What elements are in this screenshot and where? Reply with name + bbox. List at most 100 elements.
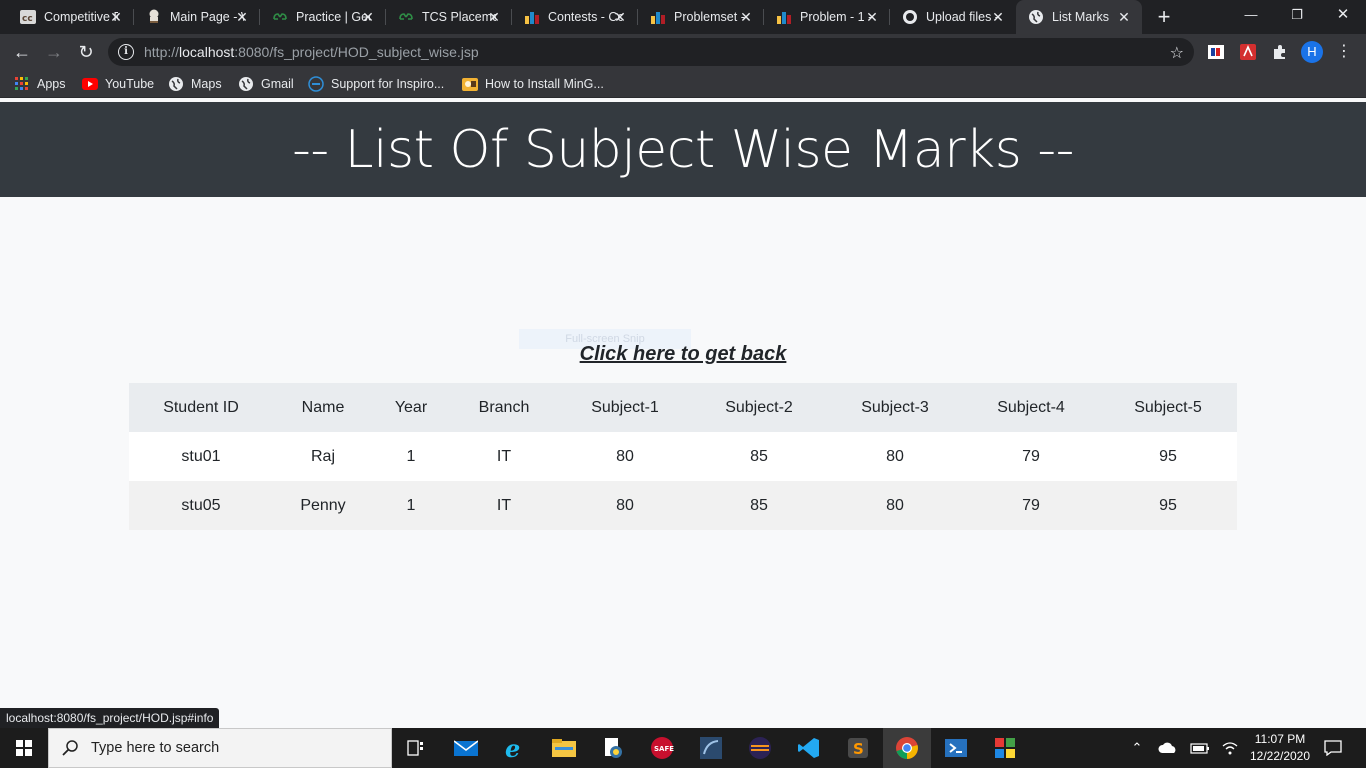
close-icon[interactable]: ✕ [234, 9, 250, 25]
back-link[interactable]: Click here to get back [580, 343, 787, 365]
close-icon[interactable]: ✕ [990, 9, 1006, 25]
column-header: Subject-1 [591, 398, 659, 416]
column-header: Subject-4 [997, 398, 1065, 416]
onedrive-icon[interactable] [1156, 728, 1180, 768]
back-arrow-icon[interactable]: ← [8, 38, 36, 66]
tab-title: Problemset - Codeforces [674, 10, 748, 24]
task-view-icon[interactable] [392, 728, 440, 768]
taskbar-search-input[interactable]: Type here to search [48, 728, 392, 768]
tab-title: List Marks [1052, 10, 1109, 24]
bookmark-maps[interactable]: Maps [168, 70, 222, 98]
tab-1[interactable]: Main Page - Wikipedia ✕ [134, 0, 260, 34]
globe-icon [238, 76, 254, 92]
internet-explorer-icon[interactable]: e [491, 728, 539, 768]
close-icon[interactable]: ✕ [486, 9, 502, 25]
new-tab-button[interactable]: + [1152, 5, 1176, 29]
table-cell: Penny [300, 496, 346, 514]
reload-icon[interactable]: ↻ [72, 38, 100, 66]
close-icon[interactable]: ✕ [738, 9, 754, 25]
marks-table: Student ID Name Year Branch Subject-1 Su… [129, 383, 1237, 530]
table-cell: stu05 [181, 496, 221, 514]
chrome-icon[interactable] [883, 728, 931, 768]
forward-arrow-icon[interactable]: → [40, 38, 68, 66]
star-icon[interactable]: ☆ [1170, 43, 1184, 63]
bar-chart-icon [524, 9, 540, 25]
browser-toolbar: ← → ↻ i http://localhost:8080/fs_project… [0, 34, 1366, 70]
back-link-container: Click here to get back [0, 343, 1366, 366]
table-cell: IT [496, 447, 512, 465]
table-cell: 1 [406, 496, 416, 514]
translate-extension-icon[interactable] [1206, 42, 1226, 62]
bookmark-youtube[interactable]: YouTube [82, 70, 154, 98]
tab-title: Practice | GeeksforGeeks [296, 10, 370, 24]
restore-button[interactable]: ❐ [1274, 0, 1320, 30]
puzzle-extensions-icon[interactable] [1270, 42, 1290, 62]
address-bar[interactable]: i http://localhost:8080/fs_project/HOD_s… [108, 38, 1194, 66]
mcafee-icon[interactable]: SAFE [638, 728, 686, 768]
sublime-text-icon[interactable]: S [834, 728, 882, 768]
info-icon[interactable]: i [118, 44, 134, 60]
browser-tab-strip: cc Competitive Programming ✕ Main Page -… [0, 0, 1366, 34]
mail-icon[interactable] [442, 728, 490, 768]
web-page: -- List Of Subject Wise Marks -- Full-sc… [0, 102, 1366, 728]
bookmark-gmail[interactable]: Gmail [238, 70, 294, 98]
bar-chart-icon [650, 9, 666, 25]
tab-3[interactable]: TCS Placement Papers ✕ [386, 0, 512, 34]
tab-5[interactable]: Problemset - Codeforces ✕ [638, 0, 764, 34]
table-cell: 1 [406, 447, 416, 465]
globe-icon [1028, 9, 1044, 25]
column-header: Subject-3 [861, 398, 929, 416]
close-icon[interactable]: ✕ [864, 9, 880, 25]
close-icon[interactable]: ✕ [612, 9, 628, 25]
minimize-button[interactable]: — [1228, 0, 1274, 30]
codeblocks-icon[interactable] [981, 728, 1029, 768]
table-cell: 80 [616, 496, 634, 514]
column-header: Student ID [163, 398, 239, 416]
url-text[interactable]: http://localhost:8080/fs_project/HOD_sub… [144, 44, 479, 60]
notification-icon[interactable] [1320, 728, 1346, 768]
profile-avatar[interactable]: H [1301, 41, 1323, 63]
bookmark-image-icon [462, 76, 478, 92]
taskbar-clock[interactable]: 11:07 PM 12/22/2020 [1240, 731, 1320, 765]
github-icon [902, 9, 918, 25]
python-idle-icon[interactable] [589, 728, 637, 768]
link-status-bubble: localhost:8080/fs_project/HOD.jsp#info [0, 708, 220, 728]
tab-2[interactable]: Practice | GeeksforGeeks ✕ [260, 0, 386, 34]
page-title: -- List Of Subject Wise Marks -- [292, 119, 1074, 180]
tab-active[interactable]: List Marks ✕ [1016, 0, 1142, 34]
table-row: stu05 Penny 1 IT 80 85 80 79 95 [129, 481, 1237, 530]
table-cell: Raj [310, 447, 335, 465]
chevron-up-icon[interactable]: ⌃ [1126, 728, 1148, 768]
column-header: Subject-5 [1134, 398, 1202, 416]
bookmark-apps[interactable]: Apps [14, 70, 66, 98]
bookmark-mingw[interactable]: How to Install MinG... [462, 70, 604, 98]
tab-title: Upload files - GitHub [926, 10, 1000, 24]
table-cell: 85 [750, 496, 768, 514]
vscode-icon[interactable] [785, 728, 833, 768]
windows-start-icon[interactable] [0, 728, 48, 768]
tab-0[interactable]: cc Competitive Programming ✕ [8, 0, 134, 34]
bookmark-label: Apps [37, 77, 66, 91]
pdf-icon[interactable] [1238, 42, 1258, 62]
close-window-button[interactable]: ✕ [1320, 0, 1366, 30]
svg-text:e: e [505, 736, 520, 760]
eclipse-icon[interactable] [736, 728, 784, 768]
powershell-icon[interactable] [932, 728, 980, 768]
wifi-icon[interactable] [1218, 728, 1242, 768]
close-icon[interactable]: ✕ [360, 9, 376, 25]
menu-kebab-icon[interactable]: ⋮ [1334, 42, 1354, 62]
close-icon[interactable]: ✕ [1116, 9, 1132, 25]
bookmark-label: Gmail [261, 77, 294, 91]
mysql-workbench-icon[interactable] [687, 728, 735, 768]
table-cell: IT [496, 496, 512, 514]
tab-7[interactable]: Upload files - GitHub ✕ [890, 0, 1016, 34]
file-explorer-icon[interactable] [540, 728, 588, 768]
tab-4[interactable]: Contests - Codeforces ✕ [512, 0, 638, 34]
close-icon[interactable]: ✕ [108, 9, 124, 25]
tab-6[interactable]: Problem - 1 - Codeforces ✕ [764, 0, 890, 34]
table-cell: 80 [616, 447, 634, 465]
codechef-icon: cc [20, 9, 36, 25]
battery-icon[interactable] [1188, 728, 1212, 768]
bookmark-label: How to Install MinG... [485, 77, 604, 91]
bookmark-inspiron-support[interactable]: Support for Inspiro... [308, 70, 444, 98]
